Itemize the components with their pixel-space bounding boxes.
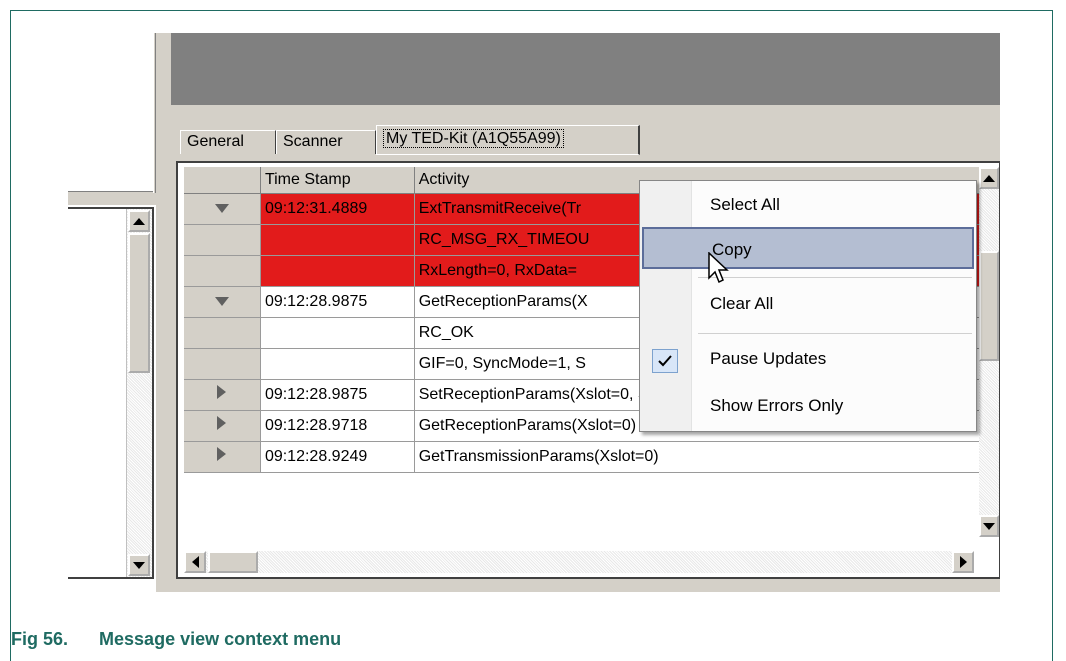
row-expander[interactable] xyxy=(184,193,261,225)
row-expander[interactable] xyxy=(184,286,261,318)
column-header-time-stamp[interactable]: Time Stamp xyxy=(260,167,415,194)
checkmark-icon xyxy=(652,349,678,373)
scroll-down-button[interactable] xyxy=(128,554,150,576)
left-vertical-scrollbar[interactable] xyxy=(126,209,152,577)
arrow-up-icon xyxy=(983,174,995,182)
row-expander xyxy=(184,255,261,287)
time-stamp-cell: 09:12:28.9875 xyxy=(260,286,415,318)
menu-item-label: Show Errors Only xyxy=(710,396,844,415)
row-expander xyxy=(184,348,261,380)
context-menu: Select All Copy Clear All Pause Updates … xyxy=(639,180,977,432)
scroll-up-button[interactable] xyxy=(128,210,150,232)
menu-item-show-errors-only[interactable]: Show Errors Only xyxy=(642,385,974,427)
figure-title: Message view context menu xyxy=(99,629,342,649)
scroll-thumb[interactable] xyxy=(128,233,150,373)
figure-number: Fig 56. xyxy=(11,629,69,649)
menu-separator xyxy=(698,333,972,334)
tab-general[interactable]: General xyxy=(180,130,276,154)
grid-vertical-scrollbar[interactable] xyxy=(979,167,999,537)
menu-item-label: Clear All xyxy=(710,294,774,313)
tab-my-ted-kit[interactable]: My TED-Kit (A1Q55A99) xyxy=(376,125,640,155)
time-stamp-cell xyxy=(260,317,415,349)
menu-item-label: Pause Updates xyxy=(710,349,827,368)
activity-cell: GetTransmissionParams(Xslot=0) xyxy=(414,441,990,473)
table-row[interactable]: 09:12:28.9249 GetTransmissionParams(Xslot… xyxy=(184,441,990,473)
menu-item-copy[interactable]: Copy xyxy=(642,227,974,269)
menu-item-pause-updates[interactable]: Pause Updates xyxy=(642,338,974,380)
time-stamp-cell: 09:12:28.9718 xyxy=(260,410,415,442)
menu-separator xyxy=(698,277,972,278)
row-expander[interactable] xyxy=(184,410,261,442)
time-stamp-cell xyxy=(260,224,415,256)
left-panel xyxy=(68,33,156,592)
tab-my-ted-kit-label: My TED-Kit (A1Q55A99) xyxy=(383,129,564,148)
menu-item-label: Select All xyxy=(710,195,780,214)
grid-scroll-up-button[interactable] xyxy=(979,167,999,189)
row-expander xyxy=(184,224,261,256)
grid-scroll-thumb[interactable] xyxy=(979,251,999,361)
mouse-pointer-icon xyxy=(708,252,729,284)
arrow-down-icon xyxy=(983,522,995,530)
arrow-up-icon xyxy=(133,217,145,225)
expand-arrow-icon xyxy=(217,416,227,430)
time-stamp-cell xyxy=(260,348,415,380)
grid-hscroll-thumb[interactable] xyxy=(208,551,258,573)
menu-item-select-all[interactable]: Select All xyxy=(642,184,974,226)
left-panel-splitter[interactable] xyxy=(68,191,156,205)
grid-horizontal-scrollbar[interactable] xyxy=(184,551,974,573)
time-stamp-cell xyxy=(260,255,415,287)
top-panel xyxy=(171,33,1000,105)
arrow-left-icon xyxy=(191,556,199,568)
grid-scroll-down-button[interactable] xyxy=(979,515,999,537)
column-header-expander[interactable] xyxy=(184,167,261,194)
time-stamp-cell: 09:12:28.9875 xyxy=(260,379,415,411)
collapse-arrow-icon xyxy=(214,203,229,213)
time-stamp-cell: 09:12:28.9249 xyxy=(260,441,415,473)
expand-arrow-icon xyxy=(217,385,227,399)
time-stamp-cell: 09:12:31.4889 xyxy=(260,193,415,225)
figure-caption: Fig 56. Message view context menu xyxy=(11,629,367,650)
left-list xyxy=(68,207,154,579)
row-expander xyxy=(184,317,261,349)
expand-arrow-icon xyxy=(217,447,227,461)
app-screenshot: General Scanner My TED-Kit (A1Q55A99) Ti… xyxy=(68,33,1000,592)
vertical-splitter[interactable] xyxy=(153,33,156,193)
menu-item-clear-all[interactable]: Clear All xyxy=(642,283,974,325)
tab-scanner[interactable]: Scanner xyxy=(276,130,376,154)
collapse-arrow-icon xyxy=(214,296,229,306)
grid-scroll-left-button[interactable] xyxy=(184,551,206,573)
row-expander[interactable] xyxy=(184,379,261,411)
arrow-down-icon xyxy=(133,561,145,569)
grid-scroll-right-button[interactable] xyxy=(952,551,974,573)
row-expander[interactable] xyxy=(184,441,261,473)
arrow-right-icon xyxy=(959,556,967,568)
